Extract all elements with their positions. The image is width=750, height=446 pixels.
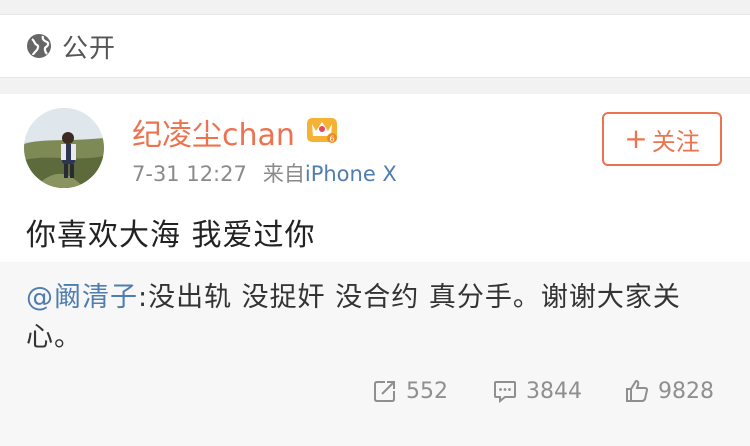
thumbs-up-icon [626,379,649,402]
post-text: 你喜欢大海 我爱过你 [26,218,316,253]
username[interactable]: 纪凌尘chan [132,110,295,154]
repost-text-block: @阚清子:没出轨 没捉奸 没合约 真分手。谢谢大家关心。 [26,278,726,358]
comment-icon [494,381,516,404]
source-prefix: 来自 [262,162,305,186]
post-card: 纪凌尘chan 6 7-31 12:27 来自iPhone X + 关注 你喜欢大… [0,94,750,446]
follow-button[interactable]: + 关注 [602,112,722,166]
avatar-image [24,108,104,188]
vip-crown-icon[interactable]: 6 [306,114,338,144]
repost-count: 552 [406,378,448,404]
post-time: 7-31 12:27 [132,162,247,186]
visibility-label: 公开 [62,33,117,64]
follow-label: 关注 [651,127,700,156]
repost-button[interactable]: 552 [372,368,448,414]
repost-box[interactable]: @阚清子:没出轨 没捉奸 没合约 真分手。谢谢大家关心。 552 3844 98… [0,262,750,446]
weibo-post-screen: 公开 纪凌尘chan 6 7-31 12:27 来自iPhone X + 关注 … [0,0,750,446]
like-button[interactable]: 9828 [624,368,714,414]
globe-icon [27,34,51,58]
visibility-bar[interactable]: 公开 [0,14,750,78]
repost-icon [374,381,395,402]
post-meta: 7-31 12:27 来自iPhone X [132,158,397,188]
comment-count: 3844 [526,378,582,404]
avatar[interactable] [24,108,104,188]
svg-text:6: 6 [329,135,334,144]
plus-icon: + [624,122,648,155]
source-device[interactable]: iPhone X [305,162,397,186]
action-bar: 552 3844 9828 [0,368,750,414]
like-count: 9828 [658,378,714,404]
comment-button[interactable]: 3844 [492,368,582,414]
repost-mention[interactable]: @阚清子 [26,282,138,313]
